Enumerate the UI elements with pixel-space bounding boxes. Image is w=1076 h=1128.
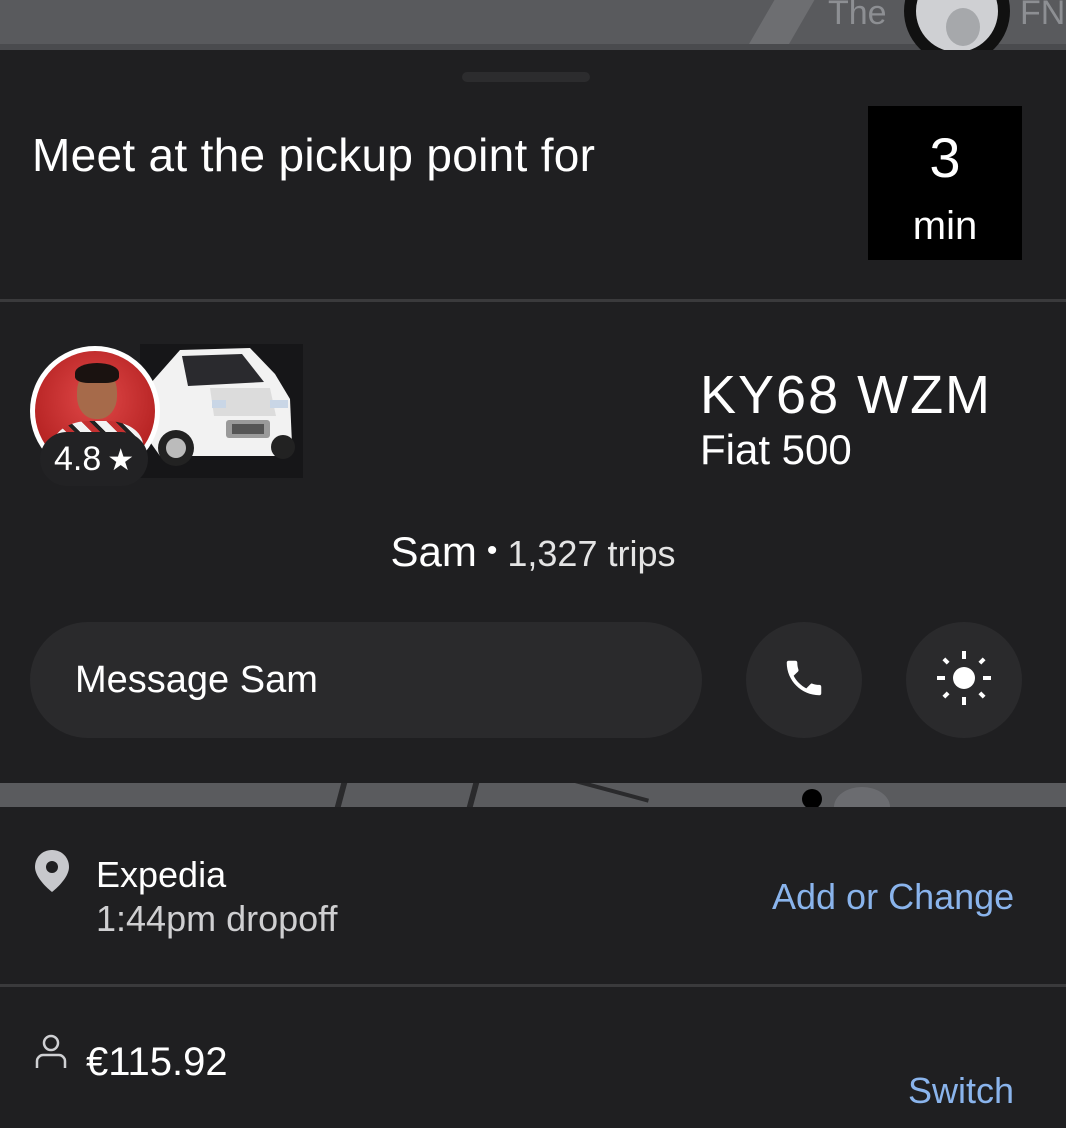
pickup-title: Meet at the pickup point for (32, 129, 596, 181)
person-icon (34, 1034, 68, 1077)
switch-payment-link[interactable]: Switch (908, 1070, 1014, 1112)
map-strip[interactable] (0, 783, 1066, 807)
dropoff-time: 1:44pm dropoff (96, 898, 338, 939)
phone-icon (781, 655, 827, 706)
map-marker (802, 789, 822, 807)
fare-amount: €115.92 (86, 1040, 228, 1084)
car-model: Fiat 500 (700, 426, 852, 473)
map-marker (834, 787, 890, 807)
map-road (466, 783, 480, 807)
map-label: The (828, 0, 887, 32)
driver-rating-badge: 4.8 ★ (40, 432, 149, 486)
message-driver-button[interactable]: Message Sam (30, 622, 702, 738)
map-label: FN (1020, 0, 1066, 32)
divider (0, 984, 1066, 987)
location-pin-icon (32, 848, 72, 899)
eta-unit: min (912, 204, 978, 248)
call-button[interactable] (746, 622, 862, 738)
license-plate: KY68 WZM (700, 365, 993, 425)
map-top[interactable]: The FN (0, 0, 1066, 50)
map-user-avatar (904, 0, 1010, 50)
map-road (561, 783, 649, 803)
eta-value: 3 (929, 126, 961, 189)
driver-name: Sam (390, 528, 477, 575)
rating-value: 4.8 (54, 440, 102, 478)
map-road (334, 783, 348, 807)
star-icon: ★ (107, 444, 135, 477)
trip-count: 1,327 trips (507, 533, 676, 574)
destination-name: Expedia (96, 854, 227, 895)
sun-icon (933, 647, 995, 714)
drag-handle[interactable] (462, 72, 590, 82)
eta-box: 3 min (868, 106, 1022, 260)
car-image (140, 344, 303, 478)
map-road (745, 0, 815, 50)
add-or-change-link[interactable]: Add or Change (772, 876, 1014, 918)
screen-edge (1066, 0, 1076, 1128)
driver-summary: Sam • 1,327 trips (0, 528, 1066, 576)
separator-dot: • (486, 534, 498, 567)
trip-sheet: Meet at the pickup point for 3 min 4.8 ★ … (0, 50, 1066, 1128)
safety-button[interactable] (906, 622, 1022, 738)
divider (0, 299, 1066, 302)
